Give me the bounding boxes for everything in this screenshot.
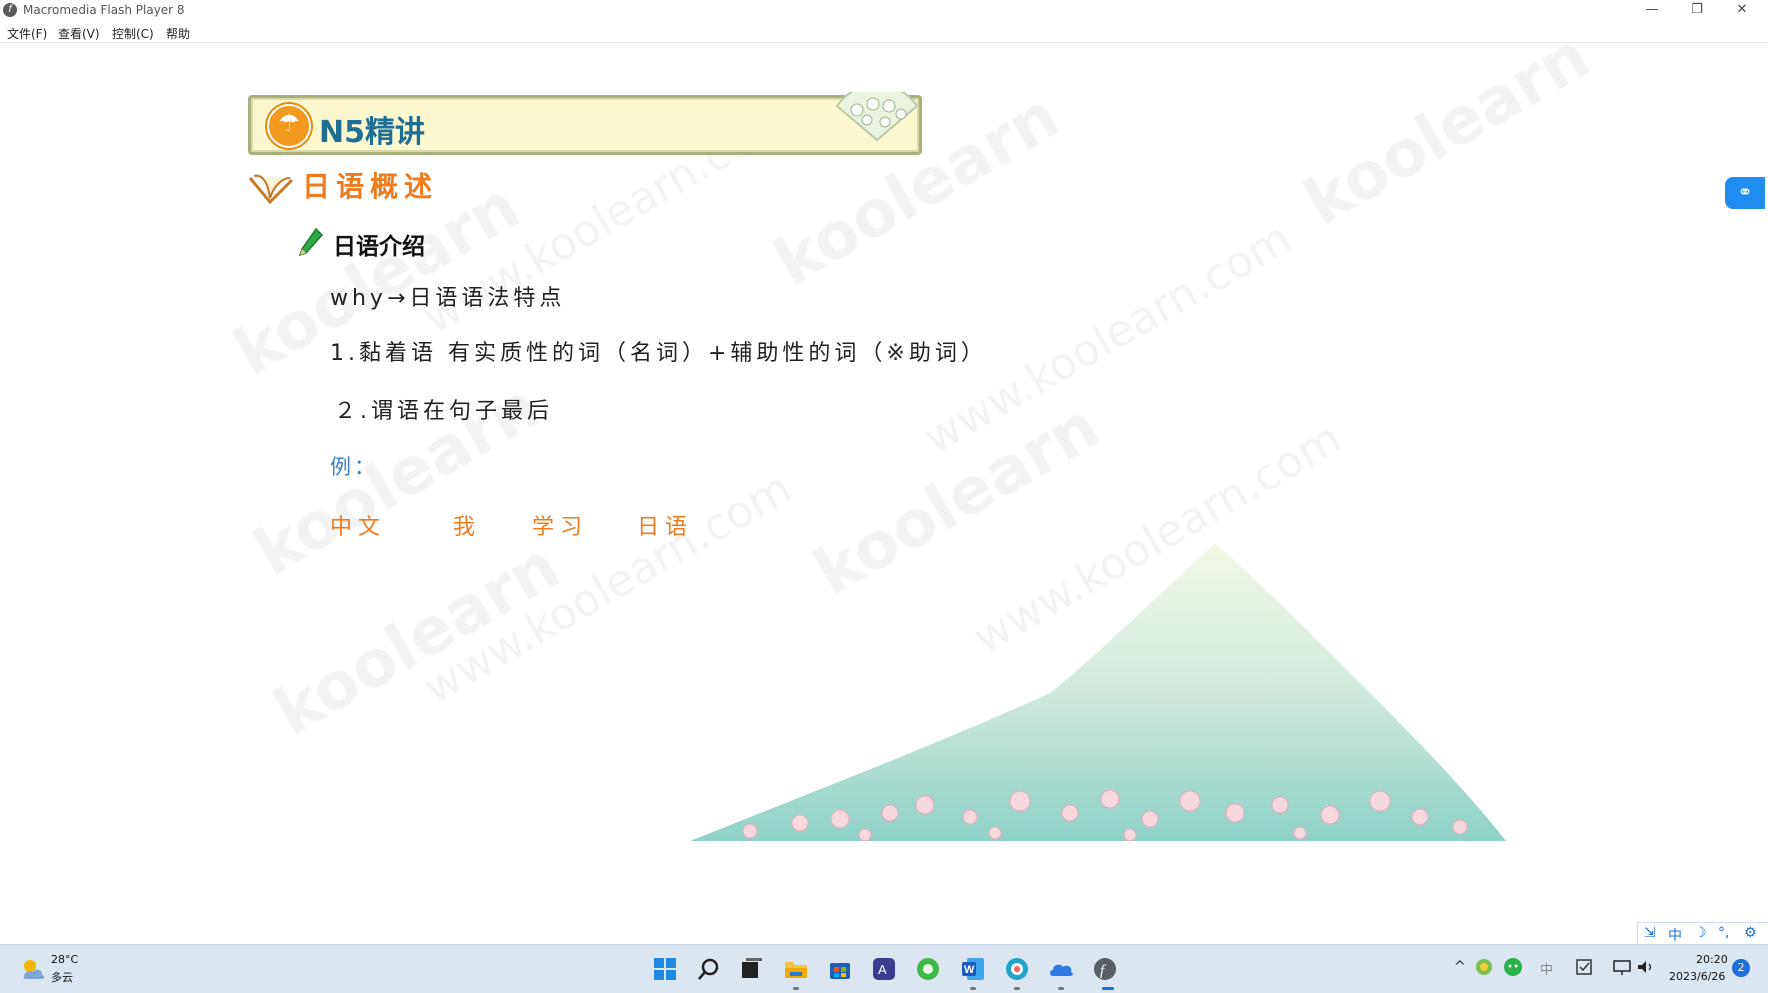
title-bar: f Macromedia Flash Player 8 — ❐ ✕ bbox=[0, 0, 1768, 22]
weather-desc[interactable]: 多云 bbox=[51, 969, 73, 985]
mountain-illustration bbox=[690, 543, 1506, 841]
example-word: 中文 bbox=[330, 515, 387, 540]
taskbar: 28°C 多云 A W f ^ 中 20:20 2023/6/26 2 bbox=[0, 944, 1768, 993]
search-icon[interactable] bbox=[695, 955, 723, 983]
clock-time[interactable]: 20:20 bbox=[1696, 953, 1728, 966]
maximize-button[interactable]: ❐ bbox=[1677, 0, 1717, 22]
browser-green-icon[interactable] bbox=[914, 955, 942, 983]
content-line: 1.黏着语 有实质性的词（名词）+辅助性的词（※助词） bbox=[330, 341, 987, 366]
content-line: ２.谓语在句子最后 bbox=[334, 399, 553, 424]
ime-settings-icon[interactable]: ⚙ bbox=[1744, 925, 1757, 941]
menu-file[interactable]: 文件(F) bbox=[7, 25, 47, 42]
cloud-drive-icon[interactable] bbox=[1047, 955, 1075, 983]
example-word: 学习 bbox=[532, 515, 589, 540]
pencil-icon bbox=[298, 227, 324, 257]
clipboard-tray-icon[interactable] bbox=[1574, 958, 1594, 976]
ime-punctuation-icon[interactable]: °, bbox=[1718, 925, 1729, 941]
chevron-up-icon[interactable]: ^ bbox=[1454, 959, 1466, 975]
watermark: koolearn bbox=[1292, 43, 1602, 241]
fan-icon bbox=[835, 92, 919, 142]
active-indicator bbox=[1102, 987, 1114, 990]
svg-text:A: A bbox=[878, 962, 887, 977]
task-view-icon[interactable] bbox=[737, 955, 765, 983]
volume-icon[interactable] bbox=[1636, 958, 1656, 976]
notification-badge[interactable]: 2 bbox=[1732, 959, 1750, 977]
menu-help[interactable]: 帮助 bbox=[166, 25, 190, 42]
partly-cloudy-icon[interactable] bbox=[18, 955, 46, 983]
weather-temp[interactable]: 28°C bbox=[51, 953, 78, 966]
sync-tray-icon[interactable] bbox=[1475, 958, 1493, 976]
lesson-banner: N5精讲 bbox=[248, 92, 922, 155]
menu-bar: 文件(F) 查看(V) 控制(C) 帮助 bbox=[0, 22, 1768, 43]
ime-language-toggle[interactable]: 中 bbox=[1668, 925, 1682, 945]
cloud-link-icon[interactable]: ⚭ bbox=[1725, 177, 1765, 209]
file-explorer-icon[interactable] bbox=[782, 955, 810, 983]
running-indicator bbox=[793, 987, 799, 990]
flash-player-icon: f bbox=[3, 3, 17, 17]
ime-language-indicator[interactable]: 中 bbox=[1540, 959, 1553, 978]
menu-control[interactable]: 控制(C) bbox=[112, 25, 154, 42]
flash-player-icon[interactable]: f bbox=[1091, 955, 1119, 983]
ime-moon-icon[interactable]: ☽ bbox=[1694, 925, 1707, 941]
network-icon[interactable] bbox=[1612, 958, 1632, 976]
running-indicator bbox=[970, 987, 976, 990]
ime-toolbar: ⇲ 中 ☽ °, ⚙ bbox=[1637, 922, 1768, 946]
example-label: 例： bbox=[330, 455, 378, 479]
start-icon[interactable] bbox=[651, 955, 679, 983]
window-title: Macromedia Flash Player 8 bbox=[23, 3, 185, 17]
content-line: why→日语语法特点 bbox=[330, 286, 566, 311]
example-word: 我 bbox=[453, 515, 482, 540]
edge-icon[interactable] bbox=[1003, 955, 1031, 983]
flash-stage[interactable]: koolearn www.koolearn.com koolearn www.k… bbox=[0, 43, 1768, 943]
section-title: 日语概述 bbox=[302, 170, 439, 203]
translate-icon[interactable]: A bbox=[870, 955, 898, 983]
running-indicator bbox=[1014, 987, 1020, 990]
menu-view[interactable]: 查看(V) bbox=[58, 25, 100, 42]
example-word: 日语 bbox=[637, 515, 694, 540]
word-icon[interactable]: W bbox=[959, 955, 987, 983]
umbrella-icon bbox=[267, 104, 311, 148]
running-indicator bbox=[1058, 987, 1064, 990]
store-icon[interactable] bbox=[826, 955, 854, 983]
svg-text:W: W bbox=[964, 964, 975, 976]
ime-switch-icon[interactable]: ⇲ bbox=[1644, 925, 1656, 941]
subsection-title: 日语介绍 bbox=[333, 234, 425, 260]
close-button[interactable]: ✕ bbox=[1722, 0, 1762, 22]
clock-date[interactable]: 2023/6/26 bbox=[1669, 970, 1725, 983]
banner-title: N5精讲 bbox=[319, 115, 425, 150]
minimize-button[interactable]: — bbox=[1632, 0, 1672, 22]
open-book-icon bbox=[248, 174, 294, 205]
wechat-tray-icon[interactable] bbox=[1503, 958, 1523, 976]
